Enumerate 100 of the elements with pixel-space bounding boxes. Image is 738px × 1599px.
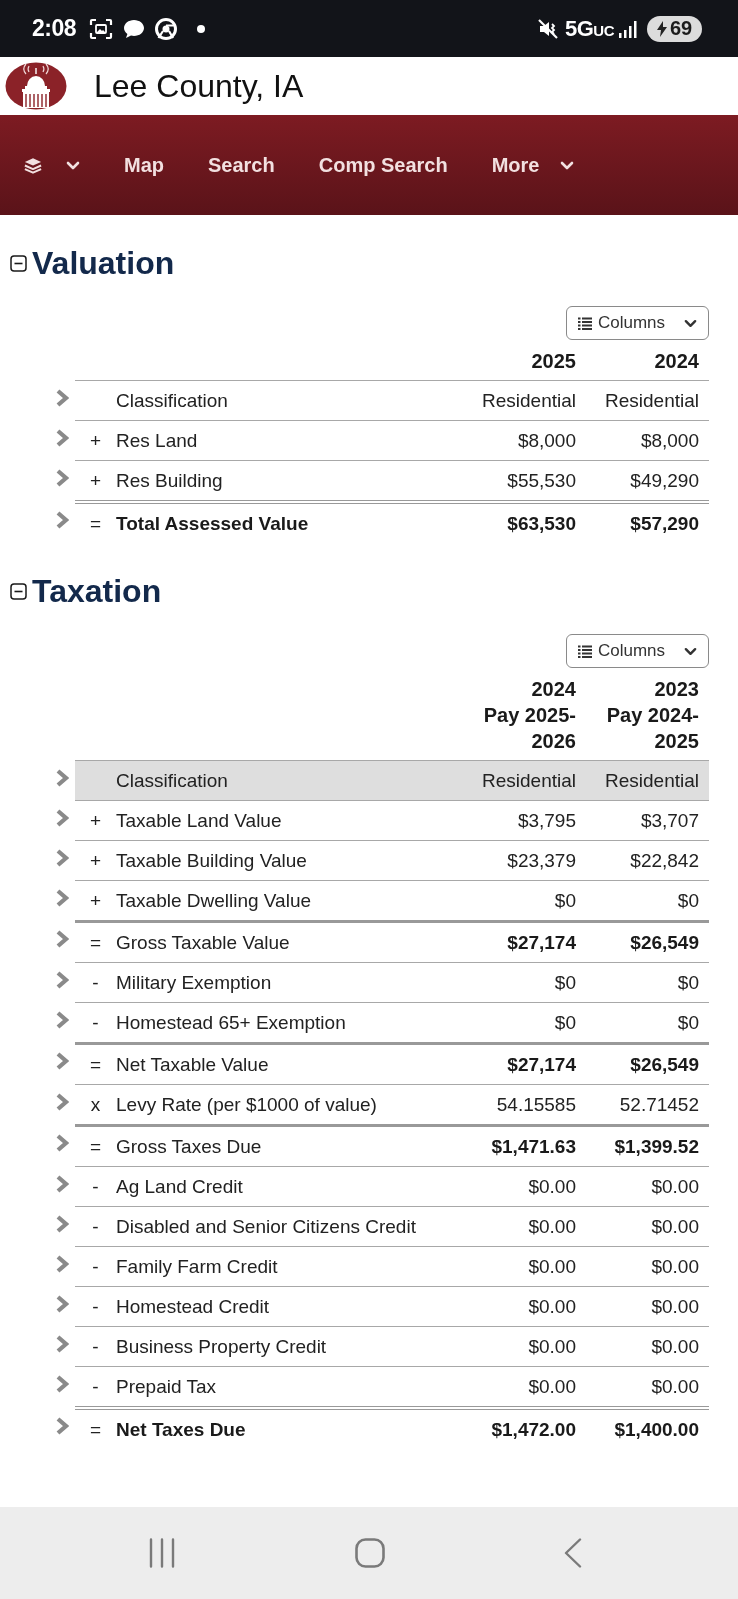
classification-value: Residential xyxy=(481,769,576,792)
column-header: 2024 Pay 2025- 2026 xyxy=(482,677,576,754)
minus-box-icon[interactable] xyxy=(10,582,27,600)
nav-link[interactable]: Search xyxy=(208,153,275,177)
value-cell-text: $8,000 xyxy=(639,429,700,452)
value-cell-text: $22,842 xyxy=(629,849,700,872)
chevron-right-icon[interactable] xyxy=(55,971,69,989)
section-title: Valuation xyxy=(32,244,175,282)
chevron-right-icon[interactable] xyxy=(55,1295,69,1313)
nav-link[interactable]: More xyxy=(491,153,575,177)
back-icon[interactable] xyxy=(564,1538,582,1568)
row-label: Net Taxes Due xyxy=(116,1418,247,1441)
operator-sign: - xyxy=(91,1255,100,1278)
chevron-right-icon[interactable] xyxy=(55,769,69,787)
home-icon[interactable] xyxy=(355,1538,385,1568)
row-label: Military Exemption xyxy=(116,971,273,994)
row-label: Business Property Credit xyxy=(116,1335,328,1358)
value-cell-text: $1,471.63 xyxy=(490,1135,576,1158)
chevron-right-icon[interactable] xyxy=(55,849,69,867)
minus-box-icon[interactable] xyxy=(10,254,27,272)
chevron-right-icon[interactable] xyxy=(55,1375,69,1393)
row-label: Taxable Land Value xyxy=(116,809,283,832)
nav-link[interactable]: Comp Search xyxy=(318,153,448,177)
site-title: Lee County, IA xyxy=(94,67,304,105)
operator-sign: x xyxy=(89,1093,102,1116)
value-cell-text: $8,000 xyxy=(516,429,576,452)
columns-button[interactable]: Columns xyxy=(566,634,709,668)
value-cell-text: $0 xyxy=(553,1011,576,1034)
dot-icon xyxy=(197,24,206,33)
chevron-right-icon[interactable] xyxy=(55,389,69,407)
row-label: Gross Taxes Due xyxy=(116,1135,263,1158)
value-cell-text: $0.00 xyxy=(650,1335,700,1358)
value-cell-text: $26,549 xyxy=(629,931,700,954)
operator-sign: + xyxy=(88,849,103,872)
chevron-right-icon[interactable] xyxy=(55,1134,69,1152)
signal-icon xyxy=(618,19,638,38)
row-label: Res Building xyxy=(116,469,224,492)
chevron-right-icon[interactable] xyxy=(55,1093,69,1111)
chevron-right-icon[interactable] xyxy=(55,889,69,907)
recent-apps-icon[interactable] xyxy=(148,1538,176,1568)
chevron-right-icon[interactable] xyxy=(55,809,69,827)
value-cell-text: $1,399.52 xyxy=(613,1135,700,1158)
value-cell-text: $0.00 xyxy=(527,1375,576,1398)
value-cell-text: $1,472.00 xyxy=(490,1418,576,1441)
frame-corners-icon xyxy=(89,17,114,40)
mute-icon xyxy=(536,18,559,39)
operator-sign: = xyxy=(88,512,103,535)
classification-label: Classification xyxy=(116,769,229,792)
value-cell-text: $57,290 xyxy=(629,512,700,535)
chevron-right-icon[interactable] xyxy=(55,1255,69,1273)
classification-value: Residential xyxy=(481,389,576,412)
value-cell-text: $1,400.00 xyxy=(613,1418,700,1441)
columns-button[interactable]: Columns xyxy=(566,306,709,340)
battery-level: 69 xyxy=(669,17,693,40)
value-cell-text: $49,290 xyxy=(629,469,700,492)
row-label: Levy Rate (per $1000 of value) xyxy=(116,1093,378,1116)
clock-time: 2:08 xyxy=(32,15,77,42)
row-label: Net Taxable Value xyxy=(116,1053,270,1076)
chevron-right-icon[interactable] xyxy=(55,1215,69,1233)
nav-link[interactable]: Map xyxy=(124,153,164,177)
operator-sign: + xyxy=(88,889,103,912)
value-cell-text: $0.00 xyxy=(650,1215,700,1238)
column-header: 2023 Pay 2024- 2025 xyxy=(605,677,700,754)
value-cell-text: $0.00 xyxy=(527,1215,576,1238)
caret-down-icon xyxy=(684,646,697,656)
row-label: Disabled and Senior Citizens Credit xyxy=(116,1215,417,1238)
value-cell-text: $63,530 xyxy=(506,512,576,535)
chevron-right-icon[interactable] xyxy=(55,1416,69,1435)
chat-bubble-icon xyxy=(123,18,146,39)
value-cell-text: $0.00 xyxy=(650,1295,700,1318)
row-label: Gross Taxable Value xyxy=(116,931,291,954)
chevron-right-icon[interactable] xyxy=(55,1052,69,1070)
row-label: Taxable Dwelling Value xyxy=(116,889,313,912)
section-title: Taxation xyxy=(32,572,162,610)
value-cell-text: $0.00 xyxy=(527,1335,576,1358)
chevron-right-icon[interactable] xyxy=(55,469,69,487)
value-cell-text: $0 xyxy=(553,889,576,912)
chevron-right-icon[interactable] xyxy=(55,1011,69,1029)
operator-sign: + xyxy=(88,469,103,492)
value-cell-text: $0.00 xyxy=(650,1175,700,1198)
row-label: Homestead 65+ Exemption xyxy=(116,1011,347,1034)
value-cell-text: $55,530 xyxy=(506,469,576,492)
operator-sign: + xyxy=(88,809,103,832)
chevron-right-icon[interactable] xyxy=(55,1175,69,1193)
row-label: Prepaid Tax xyxy=(116,1375,217,1398)
chevron-right-icon[interactable] xyxy=(55,930,69,948)
value-cell-text: $0.00 xyxy=(527,1295,576,1318)
row-label: Taxable Building Value xyxy=(116,849,308,872)
value-cell-text: $26,549 xyxy=(629,1053,700,1076)
chevron-right-icon[interactable] xyxy=(55,510,69,529)
chevron-right-icon[interactable] xyxy=(55,429,69,447)
layers-menu-button[interactable] xyxy=(24,156,80,174)
value-cell-text: 54.15585 xyxy=(495,1093,576,1116)
chevron-right-icon[interactable] xyxy=(55,1335,69,1353)
caret-down-icon xyxy=(684,318,697,328)
capitol-logo-icon[interactable] xyxy=(5,62,67,110)
operator-sign: - xyxy=(91,971,100,994)
operator-sign: = xyxy=(88,1418,103,1441)
operator-sign: + xyxy=(88,429,103,452)
row-label: Total Assessed Value xyxy=(116,512,310,535)
